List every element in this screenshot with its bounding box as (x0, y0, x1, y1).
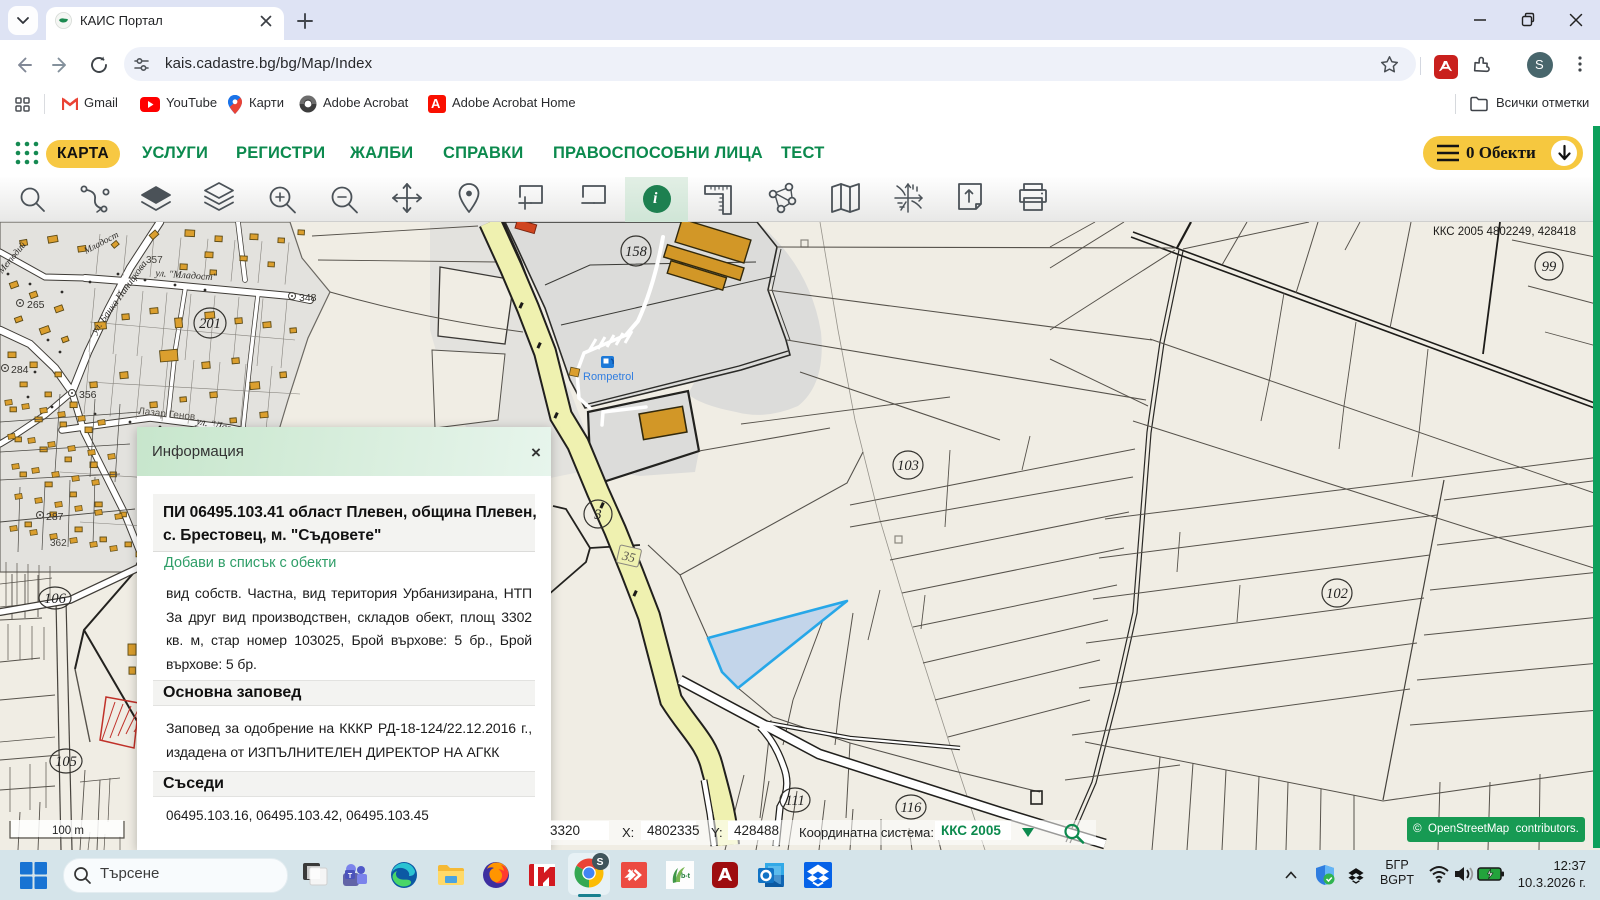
svg-text:ККС 2005 4802249, 428418: ККС 2005 4802249, 428418 (1433, 226, 1576, 238)
svg-text:3: 3 (593, 507, 601, 523)
svg-text:100 m: 100 m (52, 825, 84, 837)
svg-text:158: 158 (625, 244, 648, 260)
svg-text:99: 99 (1542, 259, 1557, 275)
svg-text:b-t: b-t (681, 873, 691, 880)
svg-text:348: 348 (299, 292, 317, 304)
svg-text:111: 111 (785, 793, 805, 809)
svg-text:116: 116 (901, 800, 922, 816)
svg-text:106: 106 (44, 591, 67, 607)
svg-text:105: 105 (55, 754, 77, 770)
svg-text:356: 356 (79, 389, 97, 401)
svg-text:357: 357 (146, 255, 163, 266)
svg-text:265: 265 (27, 299, 45, 311)
svg-text:287: 287 (46, 511, 64, 523)
svg-text:284: 284 (11, 364, 29, 376)
svg-text:362: 362 (50, 538, 67, 549)
svg-text:103: 103 (897, 458, 919, 474)
svg-text:Rompetrol: Rompetrol (583, 371, 634, 383)
svg-text:T: T (348, 873, 353, 880)
svg-text:201: 201 (199, 316, 221, 332)
svg-text:102: 102 (1326, 586, 1348, 602)
